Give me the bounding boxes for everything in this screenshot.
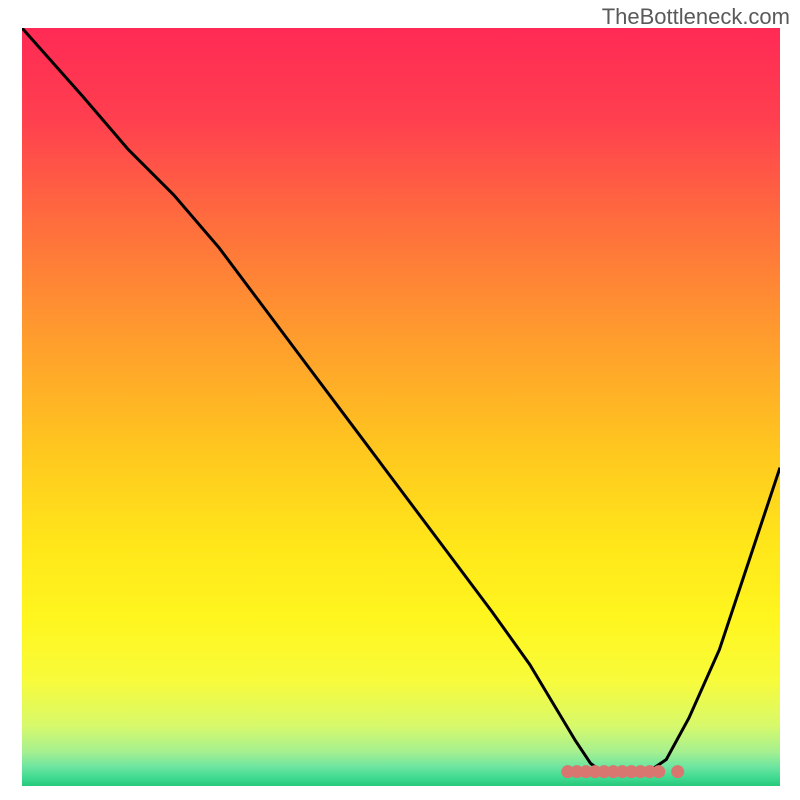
optimum-marker-dot	[671, 765, 684, 778]
optimum-marker-dot	[652, 765, 665, 778]
chart-svg	[22, 28, 780, 786]
chart-background-gradient	[22, 28, 780, 786]
watermark-text: TheBottleneck.com	[602, 4, 790, 30]
chart-plot-area	[22, 28, 780, 786]
